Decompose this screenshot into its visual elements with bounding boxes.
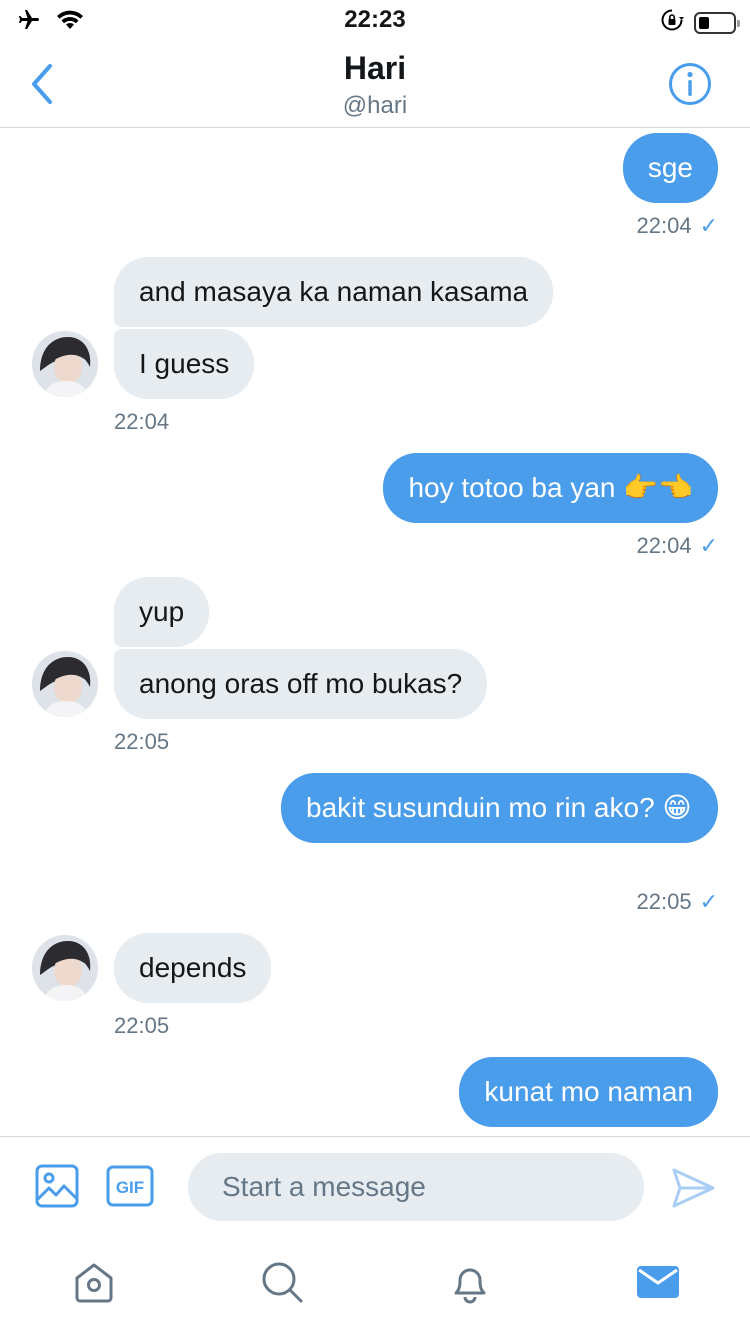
message-composer: GIF bbox=[0, 1136, 750, 1240]
outgoing-message[interactable]: bakit susunduin mo rin ako? 😁 bbox=[281, 773, 718, 843]
home-icon bbox=[75, 1263, 113, 1303]
message-input[interactable] bbox=[188, 1153, 644, 1221]
status-bar: 22:23 bbox=[0, 0, 750, 40]
profile-photo bbox=[32, 935, 98, 1001]
message-timestamp: 22:05 ✓ bbox=[637, 889, 719, 915]
bell-icon bbox=[454, 1268, 486, 1304]
contact-name[interactable]: Hari bbox=[0, 50, 750, 87]
incoming-message[interactable]: and masaya ka naman kasama bbox=[114, 257, 554, 327]
outgoing-message[interactable]: sge bbox=[622, 133, 718, 203]
add-photo-button[interactable] bbox=[34, 1163, 80, 1209]
search-icon bbox=[262, 1262, 303, 1303]
sent-check-icon: ✓ bbox=[699, 213, 718, 238]
message-timestamp: 22:04 ✓ bbox=[637, 213, 719, 239]
profile-photo bbox=[32, 651, 98, 717]
send-button[interactable] bbox=[670, 1165, 716, 1211]
outgoing-message[interactable]: kunat mo naman bbox=[459, 1057, 718, 1127]
message-timestamp: 22:05 bbox=[114, 1013, 170, 1038]
incoming-message[interactable]: anong oras off mo bukas? bbox=[114, 649, 488, 719]
battery-level bbox=[699, 16, 709, 29]
bottom-tab-bar bbox=[0, 1240, 750, 1334]
outgoing-message[interactable]: hoy totoo ba yan 👉👈 bbox=[383, 453, 718, 523]
avatar[interactable] bbox=[32, 935, 98, 1001]
gif-button[interactable]: GIF bbox=[106, 1165, 154, 1207]
avatar[interactable] bbox=[32, 651, 98, 717]
timestamp-text: 22:04 bbox=[636, 213, 692, 238]
orientation-lock-icon bbox=[660, 8, 684, 37]
gif-icon: GIF bbox=[106, 1165, 154, 1207]
contact-handle[interactable]: @hari bbox=[0, 92, 750, 120]
tab-home[interactable] bbox=[70, 1258, 118, 1306]
incoming-message[interactable]: I guess bbox=[114, 329, 255, 399]
info-icon bbox=[669, 63, 711, 105]
message-timestamp: 22:04 bbox=[114, 409, 170, 434]
incoming-message[interactable]: depends bbox=[114, 933, 272, 1003]
tab-notifications[interactable] bbox=[446, 1258, 494, 1306]
conversation-header: Hari @hari bbox=[0, 40, 750, 128]
tab-messages[interactable] bbox=[634, 1258, 682, 1306]
image-icon bbox=[35, 1164, 79, 1208]
timestamp-text: 22:05 bbox=[636, 889, 692, 914]
status-right bbox=[660, 8, 740, 37]
sent-check-icon: ✓ bbox=[699, 889, 718, 914]
profile-photo bbox=[32, 331, 98, 397]
tab-search[interactable] bbox=[258, 1258, 306, 1306]
info-button[interactable] bbox=[668, 62, 712, 106]
sent-check-icon: ✓ bbox=[699, 533, 718, 558]
message-timestamp: 22:04 ✓ bbox=[637, 533, 719, 559]
send-icon bbox=[672, 1168, 715, 1208]
message-timestamp: 22:05 bbox=[114, 729, 170, 754]
mail-icon bbox=[637, 1266, 679, 1298]
battery-icon bbox=[694, 11, 740, 34]
timestamp-text: 22:04 bbox=[636, 533, 692, 558]
avatar[interactable] bbox=[32, 331, 98, 397]
status-time: 22:23 bbox=[344, 6, 406, 33]
message-list[interactable]: sge 22:04 ✓ and masaya ka naman kasama I … bbox=[0, 129, 750, 1136]
incoming-message[interactable]: yup bbox=[114, 577, 210, 647]
gif-label: GIF bbox=[116, 1178, 144, 1197]
